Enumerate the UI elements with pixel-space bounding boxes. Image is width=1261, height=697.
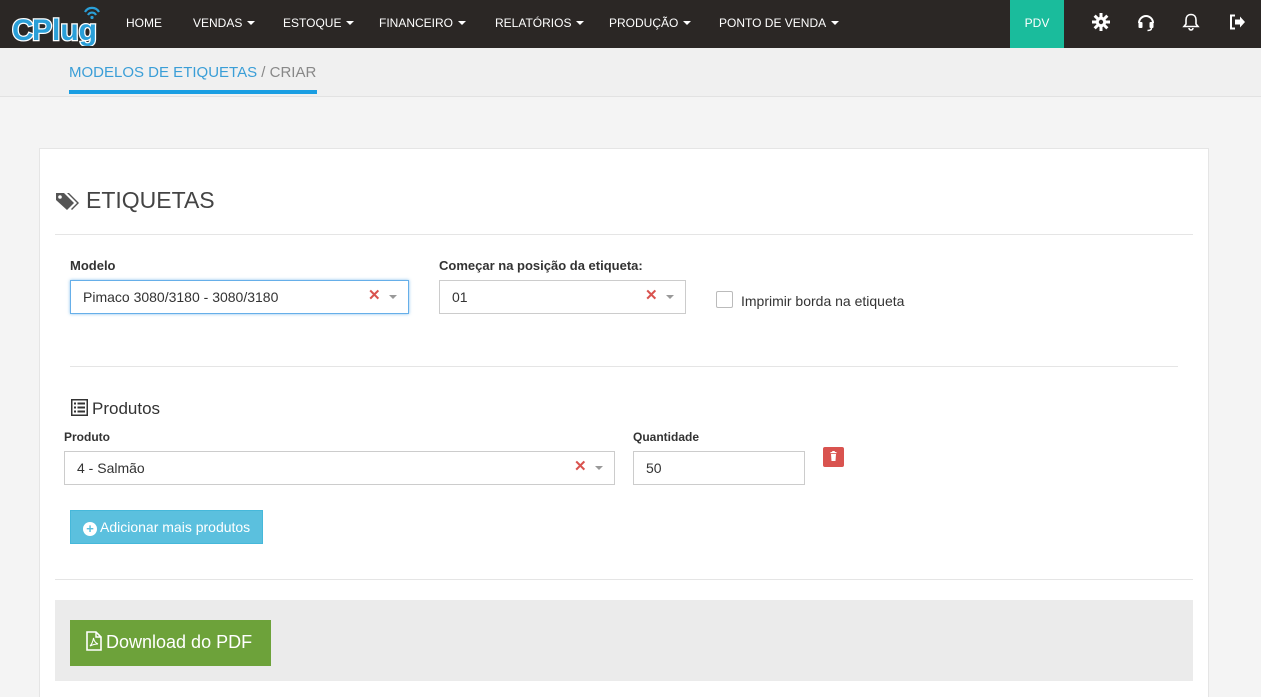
svg-text:C: C [12,14,34,46]
divider [70,366,1178,367]
breadcrumb-bar: MODELOS DE ETIQUETAS / CRIAR [0,48,1261,97]
nav-relatorios[interactable]: RELATÓRIOS [495,0,585,48]
clear-icon[interactable]: ✕ [645,281,658,311]
nav-financeiro-label: FINANCEIRO [379,16,454,30]
modelo-label: Modelo [70,258,116,273]
nav-vendas-label: VENDAS [193,16,243,30]
quantidade-label: Quantidade [633,430,700,444]
caret-down-icon [458,21,467,25]
clear-icon[interactable]: ✕ [368,281,381,311]
svg-text:Plug: Plug [32,14,97,46]
add-product-label: Adicionar mais produtos [100,519,251,535]
tags-icon [56,193,79,210]
caret-down-icon [576,21,585,25]
pdf-file-icon [86,631,102,651]
nav-home-label: HOME [126,16,162,30]
produtos-title: Produtos [92,399,161,418]
bell-icon[interactable] [1181,12,1201,32]
quantidade-input[interactable]: 50 [633,451,805,485]
nav-relatorios-label: RELATÓRIOS [495,16,572,30]
breadcrumb: MODELOS DE ETIQUETAS / CRIAR [69,64,316,81]
caret-down-icon [683,21,692,25]
nav-ponto-de-venda[interactable]: PONTO DE VENDA [719,0,840,48]
nav-estoque-label: ESTOQUE [283,16,342,30]
nav-ponto-de-venda-label: PONTO DE VENDA [719,16,827,30]
posicao-select-value: 01 [452,289,468,305]
modelo-select[interactable]: Pimaco 3080/3180 - 3080/3180 ✕ [70,280,409,314]
produto-select-value: 4 - Salmão [77,460,145,476]
remove-product-button[interactable] [823,447,844,467]
chevron-down-icon [595,466,603,470]
nav-producao-label: PRODUÇÃO [609,16,679,30]
breadcrumb-separator: / [257,64,270,81]
modelo-select-value: Pimaco 3080/3180 - 3080/3180 [83,289,279,305]
nav-vendas[interactable]: VENDAS [193,0,256,48]
clear-icon[interactable]: ✕ [574,452,587,482]
section-title: ETIQUETAS [86,187,215,213]
divider [55,579,1193,580]
headset-icon[interactable] [1136,12,1156,32]
download-pdf-label: Download do PDF [106,632,253,652]
nav-home[interactable]: HOME [126,0,162,48]
caret-down-icon [247,21,256,25]
posicao-select[interactable]: 01 ✕ [439,280,686,314]
breadcrumb-active-underline [69,90,317,94]
gear-icon[interactable] [1091,12,1111,32]
produto-label: Produto [64,430,110,444]
breadcrumb-parent-link[interactable]: MODELOS DE ETIQUETAS [69,64,257,81]
download-pdf-button[interactable]: Download do PDF [70,620,271,666]
caret-down-icon [831,21,840,25]
plus-circle-icon: + [83,522,97,536]
nav-estoque[interactable]: ESTOQUE [283,0,355,48]
nav-producao[interactable]: PRODUÇÃO [609,0,692,48]
trash-icon [830,451,837,461]
chevron-down-icon [389,295,397,299]
borda-checkbox[interactable] [716,291,733,308]
divider [55,234,1193,235]
borda-checkbox-label: Imprimir borda na etiqueta [741,293,905,309]
chevron-down-icon [666,295,674,299]
produto-select[interactable]: 4 - Salmão ✕ [64,451,615,485]
caret-down-icon [346,21,355,25]
add-product-button[interactable]: + Adicionar mais produtos [70,510,263,544]
logout-icon[interactable] [1227,12,1247,32]
breadcrumb-current: CRIAR [269,64,317,81]
nav-financeiro[interactable]: FINANCEIRO [379,0,467,48]
posicao-label: Começar na posição da etiqueta: [439,258,643,273]
list-icon [71,399,88,416]
pdv-button[interactable]: PDV [1010,0,1064,48]
cplug-logo[interactable]: C Plug [12,2,102,46]
top-navbar: C Plug HOME VENDAS ESTOQUE FINANCEIRO RE… [0,0,1261,48]
